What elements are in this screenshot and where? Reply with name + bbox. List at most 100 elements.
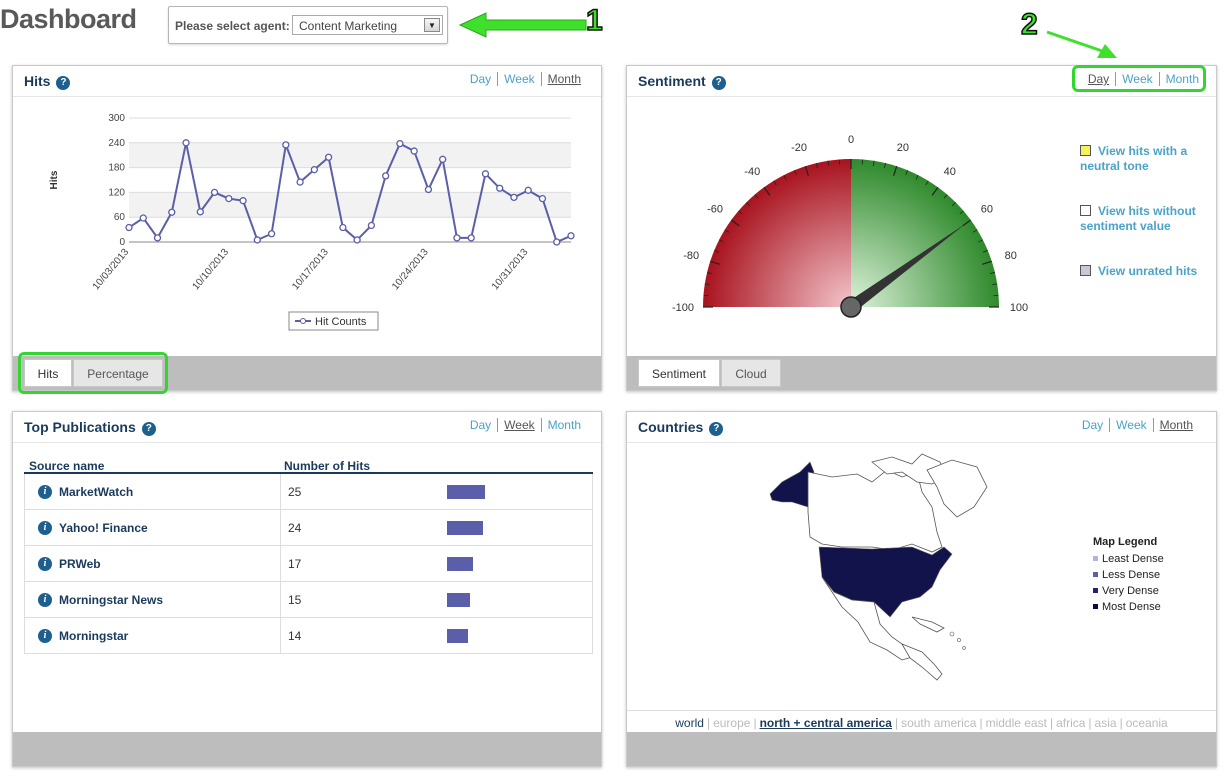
- info-icon[interactable]: i: [38, 557, 52, 571]
- dashboard-root: { "page": { "title": "Dashboard" }, "age…: [0, 0, 1227, 782]
- legend-marker: [300, 318, 306, 324]
- region-link-africa[interactable]: africa: [1056, 716, 1085, 730]
- gauge-positive-arc: [851, 159, 999, 307]
- info-icon[interactable]: i: [38, 593, 52, 607]
- data-point: [510, 193, 518, 202]
- chevron-down-icon[interactable]: ▼: [424, 18, 440, 32]
- help-icon[interactable]: ?: [56, 76, 71, 90]
- table-row[interactable]: i PRWeb 17: [24, 546, 593, 582]
- publication-hits: 17: [288, 557, 302, 571]
- publication-name[interactable]: PRWeb: [59, 557, 101, 571]
- no-value-link-label: View hits without sentiment value: [1080, 204, 1196, 233]
- sentiment-panel: Sentiment? Day Week Month -100 -80 -60 -40 -20…: [626, 65, 1217, 391]
- countries-panel: Countries? Day Week Month Map Legend Lea…: [626, 411, 1217, 767]
- publication-hits-bar: [447, 629, 468, 643]
- legend-item-very-dense: Very Dense: [1093, 583, 1164, 599]
- help-icon[interactable]: ?: [711, 76, 726, 90]
- legend-item-less-dense: Less Dense: [1093, 567, 1164, 583]
- unrated-link-label: View unrated hits: [1098, 264, 1198, 278]
- region-link-oceania[interactable]: oceania: [1126, 716, 1168, 730]
- region-selector: world | europe | north + central america | sou…: [627, 710, 1216, 732]
- data-point: [182, 139, 190, 147]
- publications-title-text: Top Publications: [24, 419, 136, 435]
- data-point: [253, 236, 261, 244]
- gauge-tick-label: -100: [672, 302, 694, 314]
- publications-period-selector: Day Week Month: [464, 418, 587, 432]
- sentiment-link-unrated[interactable]: View unrated hits: [1080, 264, 1210, 279]
- annotation-highlight-3: [18, 352, 168, 394]
- info-icon[interactable]: i: [38, 629, 52, 643]
- table-row[interactable]: i Morningstar News 15: [24, 582, 593, 618]
- table-header: Source name Number of Hits: [24, 458, 593, 474]
- help-icon[interactable]: ?: [709, 422, 724, 436]
- data-point: [553, 238, 561, 246]
- period-day-link[interactable]: Day: [464, 72, 497, 86]
- data-point: [353, 236, 361, 244]
- gauge-tick-label: 40: [944, 166, 956, 178]
- period-month-link[interactable]: Month: [540, 418, 587, 432]
- period-month-link[interactable]: Month: [1152, 418, 1199, 432]
- region-link-asia[interactable]: asia: [1095, 716, 1117, 730]
- tab-sentiment[interactable]: Sentiment: [638, 359, 720, 387]
- x-tick-label: 10/31/2013: [490, 247, 531, 293]
- region-link-south-america[interactable]: south america: [901, 716, 976, 730]
- y-tick-label: 120: [108, 187, 125, 198]
- period-day-link[interactable]: Day: [1076, 418, 1109, 432]
- publication-name[interactable]: Morningstar News: [59, 593, 163, 607]
- top-publications-panel: Top Publications? Day Week Month Source na…: [12, 411, 602, 767]
- table-row[interactable]: i MarketWatch 25: [24, 474, 593, 510]
- table-row[interactable]: i Yahoo! Finance 24: [24, 510, 593, 546]
- countries-period-selector: Day Week Month: [1076, 418, 1199, 432]
- info-icon[interactable]: i: [38, 485, 52, 499]
- period-week-link[interactable]: Week: [1109, 418, 1153, 432]
- data-point: [225, 194, 233, 203]
- data-point: [267, 230, 276, 238]
- sentiment-gauge: -100 -80 -60 -40 -20 0 20 40 60 80 100: [672, 134, 1028, 318]
- period-week-link[interactable]: Week: [497, 418, 541, 432]
- data-point: [310, 166, 319, 174]
- hits-line-chart: 0 60 120 180 240 300 Hits 10/03/2013 10/10/2013 1…: [49, 113, 575, 331]
- data-point: [196, 208, 204, 216]
- publication-hits: 15: [288, 593, 302, 607]
- info-icon[interactable]: i: [38, 521, 52, 535]
- region-link-world[interactable]: world: [675, 716, 704, 730]
- tab-cloud[interactable]: Cloud: [721, 359, 781, 387]
- gauge-tick-label: 80: [1005, 250, 1017, 262]
- publication-name[interactable]: Morningstar: [59, 629, 128, 643]
- data-point: [396, 139, 404, 148]
- publication-hits: 14: [288, 629, 302, 643]
- x-tick-label: 10/17/2013: [290, 247, 331, 293]
- period-day-link[interactable]: Day: [464, 418, 497, 432]
- y-tick-label: 0: [119, 237, 125, 248]
- region-link-europe[interactable]: europe: [713, 716, 750, 730]
- gauge-negative-arc: [703, 159, 851, 307]
- column-divider: [280, 474, 281, 509]
- table-body: i MarketWatch 25 i Yahoo! Finance 24 i PRWeb 17 i…: [24, 474, 593, 654]
- region-link-north-central-america[interactable]: north + central america: [760, 716, 892, 730]
- gauge-tick-label: 60: [981, 203, 993, 215]
- map-region-greenland: [926, 459, 988, 518]
- publications-table: Source name Number of Hits i MarketWatch 2…: [24, 458, 593, 654]
- help-icon[interactable]: ?: [141, 422, 156, 436]
- publication-hits-bar: [447, 485, 485, 499]
- data-point: [567, 232, 575, 240]
- period-month-link[interactable]: Month: [540, 72, 587, 86]
- publications-panel-title: Top Publications?: [24, 419, 156, 436]
- grid-band: [129, 118, 571, 143]
- sentiment-link-neutral[interactable]: View hits with a neutral tone: [1080, 144, 1205, 174]
- page-title: Dashboard: [0, 4, 137, 34]
- table-row[interactable]: i Morningstar 14: [24, 618, 593, 654]
- sentiment-link-without-value[interactable]: View hits without sentiment value: [1080, 204, 1210, 234]
- publication-name[interactable]: MarketWatch: [59, 485, 133, 499]
- gauge-tick-label: -80: [683, 250, 699, 262]
- column-divider: [280, 582, 281, 617]
- north-america-map[interactable]: [762, 452, 1002, 692]
- period-week-link[interactable]: Week: [497, 72, 541, 86]
- sentiment-panel-title: Sentiment?: [638, 73, 726, 90]
- publication-name[interactable]: Yahoo! Finance: [59, 521, 148, 535]
- agent-dropdown[interactable]: Content Marketing ▼: [292, 15, 443, 35]
- data-point: [153, 234, 162, 242]
- region-link-middle-east[interactable]: middle east: [986, 716, 1047, 730]
- publications-panel-header: Top Publications? Day Week Month: [13, 412, 601, 443]
- publication-hits: 25: [288, 485, 302, 499]
